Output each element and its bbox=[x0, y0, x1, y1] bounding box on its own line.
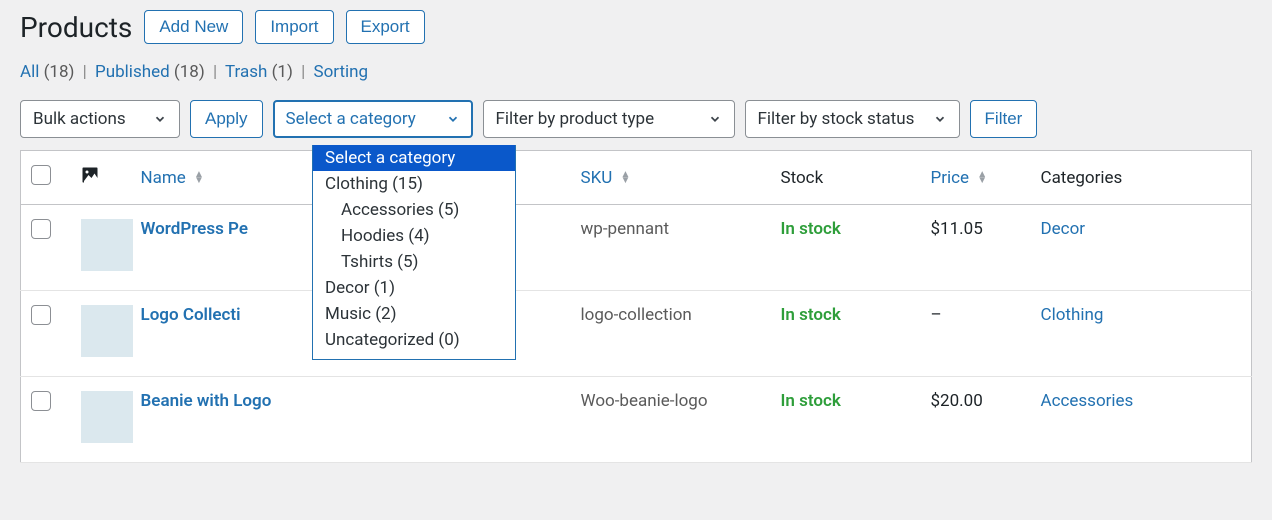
view-trash-link[interactable]: Trash bbox=[225, 62, 267, 82]
view-all-link[interactable]: All bbox=[20, 62, 39, 82]
chevron-down-icon bbox=[446, 112, 460, 126]
product-name-link[interactable]: WordPress Pe bbox=[141, 219, 249, 239]
category-select-label: Select a category bbox=[286, 109, 416, 129]
view-trash-count: (1) bbox=[272, 62, 293, 82]
product-name-link[interactable]: Beanie with Logo bbox=[141, 391, 272, 411]
apply-button[interactable]: Apply bbox=[190, 100, 263, 138]
category-dropdown[interactable]: Select a categoryClothing (15)Accessorie… bbox=[312, 145, 516, 360]
product-thumbnail[interactable] bbox=[81, 391, 133, 443]
category-select[interactable]: Select a category bbox=[273, 100, 473, 138]
sort-icon: ▲▼ bbox=[977, 172, 987, 184]
sort-icon: ▲▼ bbox=[621, 172, 631, 184]
product-thumbnail[interactable] bbox=[81, 305, 133, 357]
chevron-down-icon bbox=[933, 112, 947, 126]
table-row: WordPress Pe wp-pennant In stock $11.05 Deco… bbox=[21, 205, 1252, 291]
add-new-button[interactable]: Add New bbox=[144, 10, 243, 44]
category-option[interactable]: Select a category bbox=[313, 145, 515, 171]
product-category-link[interactable]: Decor bbox=[1041, 219, 1086, 239]
product-price: $20.00 bbox=[921, 377, 1031, 463]
view-all-count: (18) bbox=[44, 62, 75, 82]
stock-status: In stock bbox=[781, 305, 841, 325]
product-category-link[interactable]: Clothing bbox=[1041, 305, 1104, 325]
column-categories: Categories bbox=[1031, 151, 1252, 205]
column-stock: Stock bbox=[771, 151, 921, 205]
image-icon bbox=[81, 169, 99, 189]
product-name-link[interactable]: Logo Collecti bbox=[141, 305, 241, 325]
product-thumbnail[interactable] bbox=[81, 219, 133, 271]
page-title: Products bbox=[20, 11, 132, 44]
column-sku[interactable]: SKU ▲▼ bbox=[571, 151, 771, 205]
export-button[interactable]: Export bbox=[346, 10, 425, 44]
category-option[interactable]: Tshirts (5) bbox=[313, 249, 515, 275]
column-price[interactable]: Price ▲▼ bbox=[921, 151, 1031, 205]
chevron-down-icon bbox=[153, 112, 167, 126]
filters-row: Bulk actions Apply Select a category Fil… bbox=[20, 100, 1252, 138]
table-row: Beanie with Logo Woo-beanie-logo In stock $… bbox=[21, 377, 1252, 463]
title-row: Products Add New Import Export bbox=[20, 10, 1252, 44]
view-published-link[interactable]: Published bbox=[95, 62, 170, 82]
category-option[interactable]: Uncategorized (0) bbox=[313, 327, 515, 353]
table-row: Logo Collecti logo-collection In stock –Clo… bbox=[21, 291, 1252, 377]
product-price: – bbox=[921, 291, 1031, 377]
row-checkbox[interactable] bbox=[31, 219, 51, 239]
view-published-count: (18) bbox=[174, 62, 205, 82]
category-option[interactable]: Decor (1) bbox=[313, 275, 515, 301]
filter-button[interactable]: Filter bbox=[970, 100, 1038, 138]
product-sku: logo-collection bbox=[571, 291, 771, 377]
bulk-actions-label: Bulk actions bbox=[33, 109, 126, 129]
product-type-select[interactable]: Filter by product type bbox=[483, 100, 735, 138]
row-checkbox[interactable] bbox=[31, 305, 51, 325]
row-checkbox[interactable] bbox=[31, 391, 51, 411]
product-sku: wp-pennant bbox=[571, 205, 771, 291]
product-sku: Woo-beanie-logo bbox=[571, 377, 771, 463]
sort-icon: ▲▼ bbox=[194, 172, 204, 184]
category-option[interactable]: Hoodies (4) bbox=[313, 223, 515, 249]
view-sorting-link[interactable]: Sorting bbox=[313, 62, 368, 82]
product-price: $11.05 bbox=[921, 205, 1031, 291]
select-all-checkbox[interactable] bbox=[31, 165, 51, 185]
products-table: Name ▲▼ SKU ▲▼ Stock Price ▲▼ Categories… bbox=[20, 150, 1252, 463]
stock-status: In stock bbox=[781, 219, 841, 239]
stock-status-select[interactable]: Filter by stock status bbox=[745, 100, 960, 138]
stock-status-label: Filter by stock status bbox=[758, 109, 915, 129]
category-option[interactable]: Accessories (5) bbox=[313, 197, 515, 223]
chevron-down-icon bbox=[708, 112, 722, 126]
product-type-label: Filter by product type bbox=[496, 109, 655, 129]
product-category-link[interactable]: Accessories bbox=[1041, 391, 1134, 411]
status-filter-links: All (18) | Published (18) | Trash (1) | … bbox=[20, 62, 1252, 82]
category-option[interactable]: Clothing (15) bbox=[313, 171, 515, 197]
bulk-actions-select[interactable]: Bulk actions bbox=[20, 100, 180, 138]
category-option[interactable]: Music (2) bbox=[313, 301, 515, 327]
import-button[interactable]: Import bbox=[255, 10, 333, 44]
stock-status: In stock bbox=[781, 391, 841, 411]
